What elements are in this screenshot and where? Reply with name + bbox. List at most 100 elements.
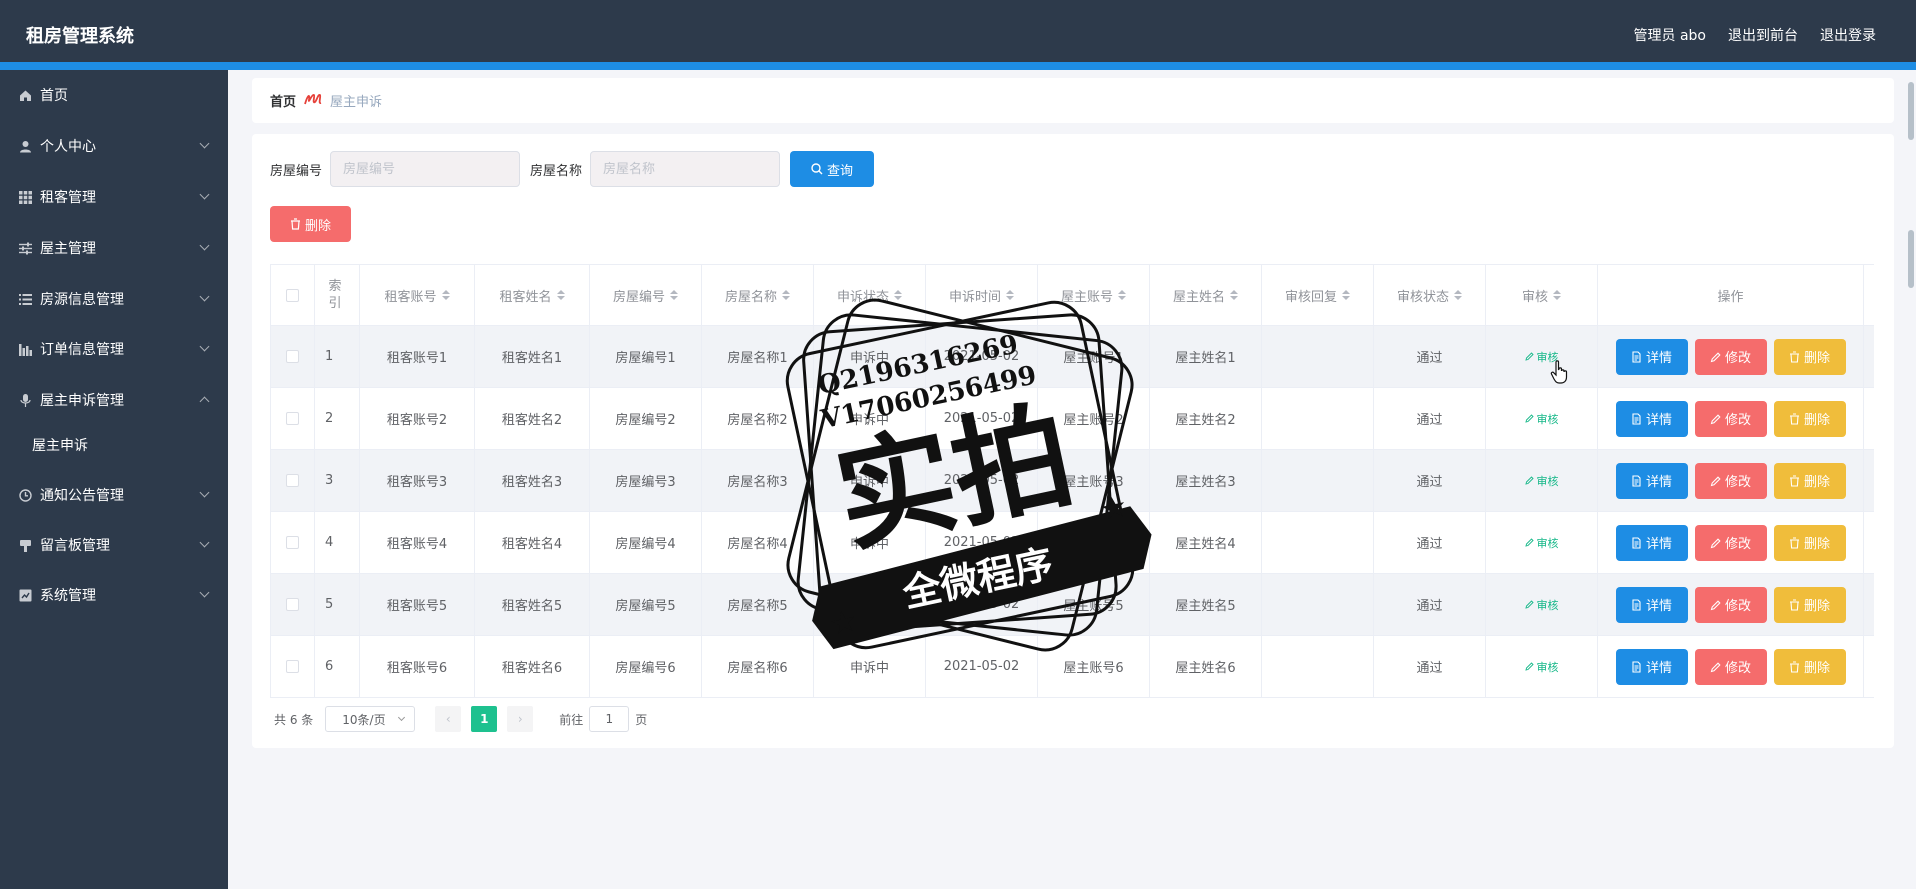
goto-page-input[interactable]: [589, 706, 630, 732]
sidebar-item-owner-appeal-management[interactable]: 屋主申诉管理: [0, 380, 228, 420]
audit-link[interactable]: 审核: [1524, 597, 1559, 613]
edit-pencil-icon: [1524, 662, 1534, 671]
sort-caret-icon[interactable]: [1006, 290, 1014, 300]
table-cell-status: 申诉中: [814, 574, 926, 635]
delete-button[interactable]: 删除: [1773, 462, 1846, 499]
edit-button[interactable]: 修改: [1694, 462, 1767, 499]
logout-link[interactable]: 退出登录: [1820, 25, 1876, 45]
detail-button[interactable]: 详情: [1615, 400, 1688, 437]
audit-link[interactable]: 审核: [1524, 411, 1559, 427]
select-all-checkbox[interactable]: [286, 288, 299, 302]
column-header: 租客姓名: [475, 265, 590, 325]
query-button[interactable]: 查询: [790, 151, 875, 187]
column-header: 索引: [315, 265, 360, 325]
page-scrollbar[interactable]: [1904, 80, 1916, 889]
column-header-label[interactable]: 屋主账号: [1061, 286, 1113, 305]
next-page-button[interactable]: ›: [507, 706, 534, 732]
table-cell-owner-name: 屋主姓名5: [1150, 574, 1262, 635]
sidebar-item-owner-management[interactable]: 屋主管理: [0, 228, 228, 268]
sidebar-item-order-info[interactable]: 订单信息管理: [0, 329, 228, 369]
delete-button[interactable]: 删除: [1773, 338, 1846, 375]
sort-caret-icon[interactable]: [894, 290, 902, 300]
edit-button[interactable]: 修改: [1694, 400, 1767, 437]
row-checkbox[interactable]: [286, 350, 299, 363]
sort-caret-icon[interactable]: [1454, 290, 1462, 300]
admin-user-label[interactable]: 管理员 abo: [1634, 25, 1706, 45]
microphone-icon: [18, 393, 32, 407]
column-header-label[interactable]: 屋主姓名: [1173, 286, 1225, 305]
row-checkbox[interactable]: [286, 536, 299, 549]
sidebar-item-house-info[interactable]: 房源信息管理: [0, 279, 228, 319]
sort-caret-icon[interactable]: [670, 290, 678, 300]
row-checkbox[interactable]: [286, 474, 299, 487]
edit-button[interactable]: 修改: [1694, 648, 1767, 685]
row-checkbox[interactable]: [286, 660, 299, 673]
sidebar-subitem-owner-appeal[interactable]: 屋主申诉: [0, 425, 228, 465]
house-name-input[interactable]: [590, 151, 781, 187]
search-bar: 房屋编号 房屋名称 查询: [270, 151, 875, 187]
detail-button[interactable]: 详情: [1615, 586, 1688, 623]
sort-caret-icon[interactable]: [1553, 290, 1561, 300]
edit-pencil-icon: [1524, 600, 1534, 609]
sidebar-item-home[interactable]: 首页: [0, 75, 228, 115]
table-cell-time: 2021-05-02: [926, 636, 1038, 697]
column-header-label[interactable]: 审核回复: [1285, 286, 1337, 305]
column-header-label[interactable]: 租客账号: [384, 286, 436, 305]
delete-button[interactable]: 删除: [1773, 648, 1846, 685]
audit-link[interactable]: 审核: [1524, 535, 1559, 551]
edit-button[interactable]: 修改: [1694, 586, 1767, 623]
table-cell-idx: 1: [315, 326, 360, 387]
sidebar-item-personal-center[interactable]: 个人中心: [0, 126, 228, 166]
column-header-label[interactable]: 审核状态: [1397, 286, 1449, 305]
scrollbar-thumb-top[interactable]: [1908, 82, 1914, 140]
sort-caret-icon[interactable]: [1230, 290, 1238, 300]
sidebar-item-tenant-management[interactable]: 租客管理: [0, 177, 228, 217]
pagination: 共 6 条 10条/页 ‹ 1 › 前往 页: [274, 706, 647, 732]
sort-caret-icon[interactable]: [782, 290, 790, 300]
sidebar-item-system-management[interactable]: 系统管理: [0, 575, 228, 615]
sidebar-item-notice-management[interactable]: 通知公告管理: [0, 475, 228, 515]
delete-button[interactable]: 删除: [1773, 400, 1846, 437]
column-header-label[interactable]: 房屋名称: [725, 286, 777, 305]
table-cell-house-name: 房屋名称2: [702, 388, 814, 449]
edit-button-label: 修改: [1724, 351, 1751, 366]
sidebar-item-label: 屋主申诉管理: [40, 393, 124, 409]
table-cell-tenant-account: 租客账号3: [360, 450, 475, 511]
detail-button[interactable]: 详情: [1615, 524, 1688, 561]
exit-to-frontend-link[interactable]: 退出到前台: [1728, 25, 1798, 45]
column-header-label[interactable]: 审核: [1522, 286, 1548, 305]
sort-caret-icon[interactable]: [441, 290, 450, 300]
edit-button[interactable]: 修改: [1694, 338, 1767, 375]
sort-caret-icon[interactable]: [1118, 290, 1126, 300]
page-size-select[interactable]: 10条/页: [325, 706, 416, 732]
sort-caret-icon[interactable]: [1342, 290, 1350, 300]
audit-link[interactable]: 审核: [1524, 659, 1559, 675]
table-cell-reply: [1262, 636, 1374, 697]
breadcrumb: 首页 屋主申诉: [252, 78, 1894, 123]
sidebar-item-message-board[interactable]: 留言板管理: [0, 525, 228, 565]
delete-button-label: 删除: [1803, 351, 1830, 366]
column-header-label[interactable]: 申诉状态: [837, 286, 889, 305]
column-header-label[interactable]: 房屋编号: [613, 286, 665, 305]
audit-link[interactable]: 审核: [1524, 473, 1559, 489]
table-cell-tenant-name: 租客姓名6: [475, 636, 590, 697]
edit-button[interactable]: 修改: [1694, 524, 1767, 561]
table-cell-time: 2021-05-02: [926, 388, 1038, 449]
batch-delete-button[interactable]: 删除: [270, 206, 351, 242]
row-checkbox[interactable]: [286, 412, 299, 425]
scrollbar-thumb[interactable]: [1908, 230, 1914, 288]
prev-page-button[interactable]: ‹: [435, 706, 462, 732]
delete-button[interactable]: 删除: [1773, 524, 1846, 561]
page-number-current[interactable]: 1: [471, 706, 498, 732]
breadcrumb-home[interactable]: 首页: [270, 91, 296, 110]
house-no-input[interactable]: [330, 151, 521, 187]
detail-button[interactable]: 详情: [1615, 648, 1688, 685]
sort-caret-icon[interactable]: [556, 290, 565, 300]
column-header-label[interactable]: 租客姓名: [499, 286, 551, 305]
detail-button[interactable]: 详情: [1615, 338, 1688, 375]
detail-button[interactable]: 详情: [1615, 462, 1688, 499]
delete-button-label: 删除: [1803, 661, 1830, 676]
delete-button[interactable]: 删除: [1773, 586, 1846, 623]
row-checkbox[interactable]: [286, 598, 299, 611]
column-header-label[interactable]: 申诉时间: [949, 286, 1001, 305]
